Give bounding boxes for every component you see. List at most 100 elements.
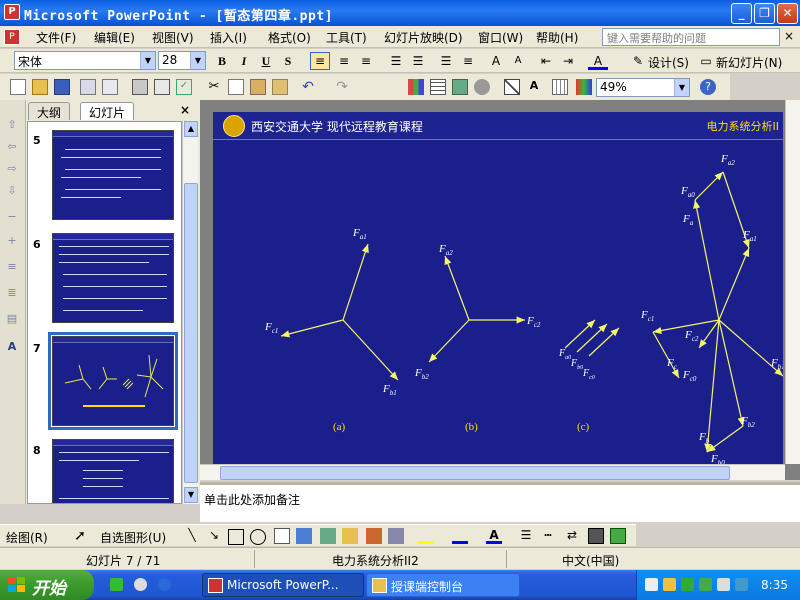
collapse-all-icon[interactable]: ≡ xyxy=(5,260,19,274)
show-formatting-icon[interactable]: A xyxy=(5,340,19,354)
task-console[interactable]: 授课端控制台 xyxy=(366,573,520,597)
scroll-up-icon[interactable]: ▲ xyxy=(184,121,198,137)
bullets-button[interactable]: ☰ xyxy=(408,52,428,70)
volume-icon[interactable] xyxy=(717,578,730,591)
font-name-select[interactable]: 宋体 ▼ xyxy=(14,51,156,70)
insert-table-icon[interactable] xyxy=(430,79,446,95)
copy-icon[interactable] xyxy=(228,79,244,95)
summary-slide-icon[interactable]: ▤ xyxy=(5,312,19,326)
arrow-left-icon[interactable]: ⇦ xyxy=(5,140,19,154)
redo-icon[interactable]: ↷ xyxy=(334,79,350,95)
shadow-style-icon[interactable] xyxy=(588,528,604,544)
promote-button[interactable]: ⇤ xyxy=(536,52,556,70)
line-color-icon[interactable] xyxy=(452,528,468,544)
decrease-font-size-button[interactable]: A xyxy=(508,52,528,70)
bold-button[interactable]: B xyxy=(212,52,232,70)
pane-close-icon[interactable]: × xyxy=(180,103,190,117)
menu-edit[interactable]: 编辑(E) xyxy=(94,29,135,46)
menu-file[interactable]: 文件(F) xyxy=(36,29,76,46)
cut-icon[interactable]: ✂ xyxy=(206,79,222,95)
grid-icon[interactable] xyxy=(552,79,568,95)
dash-style-icon[interactable]: ┅ xyxy=(540,528,556,544)
document-icon[interactable]: P xyxy=(4,29,20,45)
zoom-select[interactable]: 49% ▼ xyxy=(596,78,690,97)
email-icon[interactable] xyxy=(102,79,118,95)
pencil-icon[interactable] xyxy=(663,578,676,591)
font-color-icon[interactable]: A xyxy=(486,528,502,544)
color-grayscale-icon[interactable] xyxy=(576,79,592,95)
textbox-icon[interactable] xyxy=(274,528,290,544)
insert-picture-icon[interactable] xyxy=(388,528,404,544)
decrease-indent-button[interactable]: ≡ xyxy=(458,52,478,70)
task-powerpoint[interactable]: Microsoft PowerP... xyxy=(202,573,364,597)
new-document-icon[interactable] xyxy=(10,79,26,95)
internet-explorer-icon[interactable] xyxy=(158,578,171,591)
current-slide[interactable]: 西安交通大学 现代远程教育课程 电力系统分析II Fa1 Fc1 Fb1 Fa2… xyxy=(213,112,783,464)
font-size-select[interactable]: 28 ▼ xyxy=(158,51,206,70)
demote-button[interactable]: ⇥ xyxy=(558,52,578,70)
autoshapes-menu-button[interactable]: 自选图形(U) xyxy=(100,529,166,546)
rectangle-icon[interactable] xyxy=(228,529,244,545)
fill-color-icon[interactable] xyxy=(418,528,434,544)
arrow-icon[interactable]: ↘ xyxy=(206,528,222,544)
menu-view[interactable]: 视图(V) xyxy=(152,29,194,46)
line-style-icon[interactable]: ☰ xyxy=(518,528,534,544)
scroll-thumb[interactable] xyxy=(184,183,198,483)
menu-insert[interactable]: 插入(I) xyxy=(210,29,247,46)
print-preview-icon[interactable] xyxy=(154,79,170,95)
expand-icon[interactable]: + xyxy=(5,234,19,248)
collapse-icon[interactable]: − xyxy=(5,210,19,224)
powerpoint-app-icon[interactable]: P xyxy=(4,4,20,20)
permission-icon[interactable] xyxy=(80,79,96,95)
arrow-style-icon[interactable]: ⇄ xyxy=(564,528,580,544)
align-left-button[interactable]: ≡ xyxy=(310,52,330,70)
tab-outline[interactable]: 大纲 xyxy=(28,102,71,120)
diagram-icon[interactable] xyxy=(320,528,336,544)
network-icon[interactable] xyxy=(699,578,712,591)
increase-font-size-button[interactable]: A xyxy=(486,52,506,70)
display-icon[interactable] xyxy=(735,578,748,591)
minimize-button[interactable]: _ xyxy=(731,3,752,24)
thumbnail-slide-7[interactable] xyxy=(48,332,178,430)
align-right-button[interactable]: ≡ xyxy=(356,52,376,70)
design-button[interactable]: 设计(S) xyxy=(648,54,689,71)
thumbnail-slide-8[interactable] xyxy=(52,439,174,503)
scroll-down-icon[interactable]: ▼ xyxy=(184,487,198,503)
font-color-button[interactable]: A xyxy=(588,52,608,70)
tab-slides[interactable]: 幻灯片 xyxy=(80,102,135,120)
arrow-down-icon[interactable]: ⇩ xyxy=(5,184,19,198)
slide-horizontal-scrollbar[interactable] xyxy=(200,464,785,480)
italic-button[interactable]: I xyxy=(234,52,254,70)
insert-chart-icon[interactable] xyxy=(408,79,424,95)
3d-style-icon[interactable] xyxy=(610,528,626,544)
spelling-icon[interactable]: ✓ xyxy=(176,79,192,95)
restore-button[interactable]: ❐ xyxy=(754,3,775,24)
line-icon[interactable]: ╲ xyxy=(184,528,200,544)
picture-icon[interactable] xyxy=(366,528,382,544)
scroll-thumb[interactable] xyxy=(220,466,730,480)
underline-button[interactable]: U xyxy=(256,52,276,70)
menu-tools[interactable]: 工具(T) xyxy=(326,29,367,46)
quicklaunch-icon[interactable] xyxy=(110,578,123,591)
thumbnail-scrollbar[interactable]: ▲ ▼ xyxy=(182,121,198,504)
bullet-list-button[interactable]: ☰ xyxy=(436,52,456,70)
arrow-right-icon[interactable]: ⇨ xyxy=(5,162,19,176)
new-slide-button[interactable]: 新幻灯片(N) xyxy=(716,54,782,71)
numbering-button[interactable]: ☰ xyxy=(386,52,406,70)
select-pointer-icon[interactable]: ➚ xyxy=(72,528,88,544)
show-formatting-icon[interactable]: A xyxy=(526,79,542,95)
save-icon[interactable] xyxy=(54,79,70,95)
draw-menu-button[interactable]: 绘图(R) xyxy=(6,529,48,546)
oval-icon[interactable] xyxy=(250,529,266,545)
arrow-up-icon[interactable]: ⇧ xyxy=(5,118,19,132)
align-center-button[interactable]: ≡ xyxy=(334,52,354,70)
print-icon[interactable] xyxy=(132,79,148,95)
expand-icon[interactable] xyxy=(504,79,520,95)
menu-slideshow[interactable]: 幻灯片放映(D) xyxy=(384,29,463,46)
chevron-down-icon[interactable]: ▼ xyxy=(140,52,155,69)
security-icon[interactable] xyxy=(681,578,694,591)
keyboard-icon[interactable] xyxy=(645,578,658,591)
clipart-icon[interactable] xyxy=(342,528,358,544)
chevron-down-icon[interactable]: ▼ xyxy=(674,79,689,96)
start-button[interactable]: 开始 xyxy=(0,570,94,600)
